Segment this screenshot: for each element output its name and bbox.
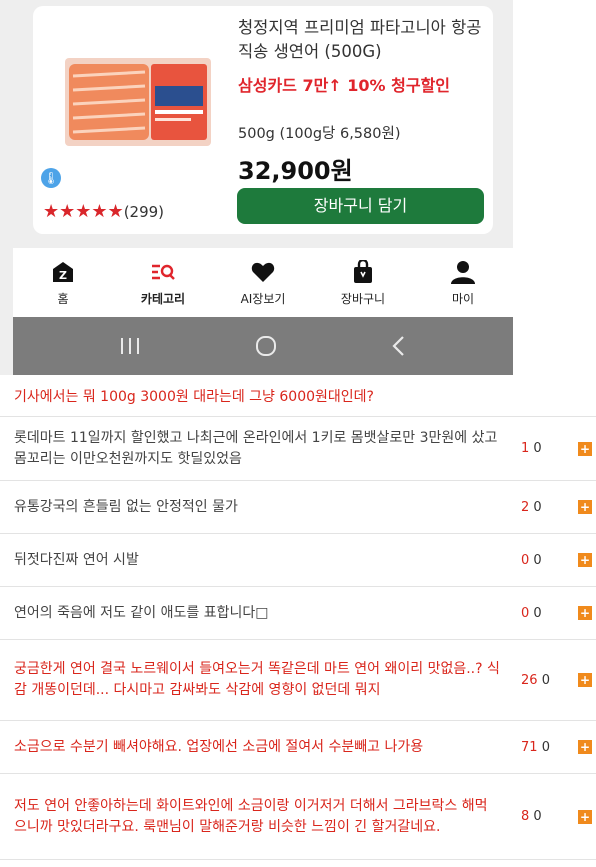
upvote-count: 71: [521, 739, 538, 755]
downvote-count: 0: [533, 552, 542, 568]
product-card: 🌡 ★★★★★(299) 청정지역 프리미엄 파타고니아 항공직송 생연어 (5…: [33, 6, 493, 234]
plus-icon[interactable]: +: [578, 441, 592, 456]
product-name[interactable]: 청정지역 프리미엄 파타고니아 항공직송 생연어 (500G): [238, 16, 488, 64]
nav-ai-shopping[interactable]: AI장보기: [213, 248, 313, 317]
nav-cart[interactable]: 장바구니: [313, 248, 413, 317]
product-weight: 500g (100g당 6,580원): [238, 126, 401, 142]
svg-text:Z: Z: [59, 269, 67, 282]
comment-votes: 8 0: [521, 809, 542, 824]
home-circle-icon[interactable]: [254, 334, 278, 358]
comment-votes: 2 0: [521, 500, 542, 515]
plus-icon[interactable]: +: [578, 553, 592, 567]
recent-apps-icon[interactable]: [119, 336, 141, 356]
product-price: 32,900원: [238, 157, 353, 185]
nav-home[interactable]: Z 홈: [13, 248, 113, 317]
comment-row: 연어의 죽음에 저도 같이 애도를 표합니다□ 0 0 +: [0, 586, 596, 639]
plus-icon[interactable]: +: [578, 740, 592, 754]
upvote-count: 26: [521, 672, 538, 688]
upvote-count: 2: [521, 499, 530, 515]
nav-category-label: 카테고리: [140, 292, 186, 306]
product-rating: ★★★★★(299): [43, 201, 164, 222]
add-to-cart-button[interactable]: 장바구니 담기: [237, 188, 484, 224]
comment-votes: 26 0: [521, 673, 550, 688]
nav-cart-label: 장바구니: [340, 292, 386, 306]
upvote-count: 0: [521, 552, 530, 568]
downvote-count: 0: [533, 441, 542, 456]
downvote-count: 0: [533, 499, 542, 515]
comment-text: 저도 연어 안좋아하는데 화이트와인에 소금이랑 이거저거 더해서 그라브락스 …: [14, 797, 488, 835]
downvote-count: 0: [533, 809, 542, 824]
comment-row: 뒤젓다진짜 연어 시발 0 0 +: [0, 533, 596, 586]
comment-votes: 0 0: [521, 606, 542, 621]
nav-home-label: 홈: [57, 292, 69, 306]
upvote-count: 1: [521, 441, 530, 456]
comment-row: 궁금한게 연어 결국 노르웨이서 들여오는거 똑같은데 마트 연어 왜이리 맛없…: [0, 639, 596, 720]
comment-list: 롯데마트 11일까지 할인했고 나최근에 온라인에서 1키로 몸뱃살로만 3만원…: [0, 416, 596, 860]
comment-row: 롯데마트 11일까지 할인했고 나최근에 온라인에서 1키로 몸뱃살로만 3만원…: [0, 416, 596, 480]
plus-icon[interactable]: +: [578, 606, 592, 620]
comment-row: 저도 연어 안좋아하는데 화이트와인에 소금이랑 이거저거 더해서 그라브락스 …: [0, 773, 596, 860]
nav-my[interactable]: 마이: [413, 248, 513, 317]
comment-votes: 71 0: [521, 740, 550, 755]
category-icon: [152, 264, 175, 280]
comment-row: 유통강국의 흔들림 없는 안정적인 물가 2 0 +: [0, 480, 596, 533]
heart-icon: [251, 262, 275, 282]
bag-icon: [354, 260, 372, 283]
plus-icon[interactable]: +: [578, 500, 592, 514]
home-icon: Z: [53, 262, 73, 282]
upvote-count: 8: [521, 809, 530, 824]
nav-my-label: 마이: [451, 292, 475, 306]
bottom-nav: Z 홈 카테고리 AI장보기 장바구니 마이: [13, 248, 513, 317]
thermometer-icon: 🌡: [41, 168, 61, 188]
downvote-count: 0: [533, 605, 542, 621]
card-promo-text: 삼성카드 7만↑ 10% 청구할인: [238, 76, 451, 95]
upvote-count: 0: [521, 605, 530, 621]
comment-text: 뒤젓다진짜 연어 시발: [14, 551, 139, 568]
embedded-app-screenshot: 🌡 ★★★★★(299) 청정지역 프리미엄 파타고니아 항공직송 생연어 (5…: [0, 0, 513, 375]
rating-count: (299): [123, 203, 165, 221]
salmon-product-image: [65, 58, 211, 146]
comment-text: 궁금한게 연어 결국 노르웨이서 들여오는거 똑같은데 마트 연어 왜이리 맛없…: [14, 661, 500, 698]
downvote-count: 0: [541, 672, 550, 688]
comment-votes: 1 0: [521, 441, 542, 456]
comment-text: 소금으로 수분기 빼셔야해요. 업장에선 소금에 절여서 수분빼고 나가용: [14, 738, 424, 755]
comment-text: 유통강국의 흔들림 없는 안정적인 물가: [14, 498, 238, 515]
comment-row: 소금으로 수분기 빼셔야해요. 업장에선 소금에 절여서 수분빼고 나가용 71…: [0, 720, 596, 773]
nav-ai-shopping-label: AI장보기: [240, 292, 286, 306]
comment-votes: 0 0: [521, 553, 542, 568]
rating-stars: ★★★★★: [43, 201, 124, 222]
comment-text: 롯데마트 11일까지 할인했고 나최근에 온라인에서 1키로 몸뱃살로만 3만원…: [14, 429, 498, 467]
back-arrow-icon[interactable]: [391, 335, 407, 357]
nav-category[interactable]: 카테고리: [113, 248, 213, 317]
post-caption-comment: 기사에서는 뭐 100g 3000원 대라는데 그냥 6000원대인데?: [14, 389, 374, 405]
downvote-count: 0: [541, 739, 550, 755]
plus-icon[interactable]: +: [578, 809, 592, 824]
android-system-bar: [13, 317, 513, 375]
comment-text: 연어의 죽음에 저도 같이 애도를 표합니다□: [14, 604, 269, 621]
plus-icon[interactable]: +: [578, 673, 592, 687]
person-icon: [451, 261, 475, 284]
